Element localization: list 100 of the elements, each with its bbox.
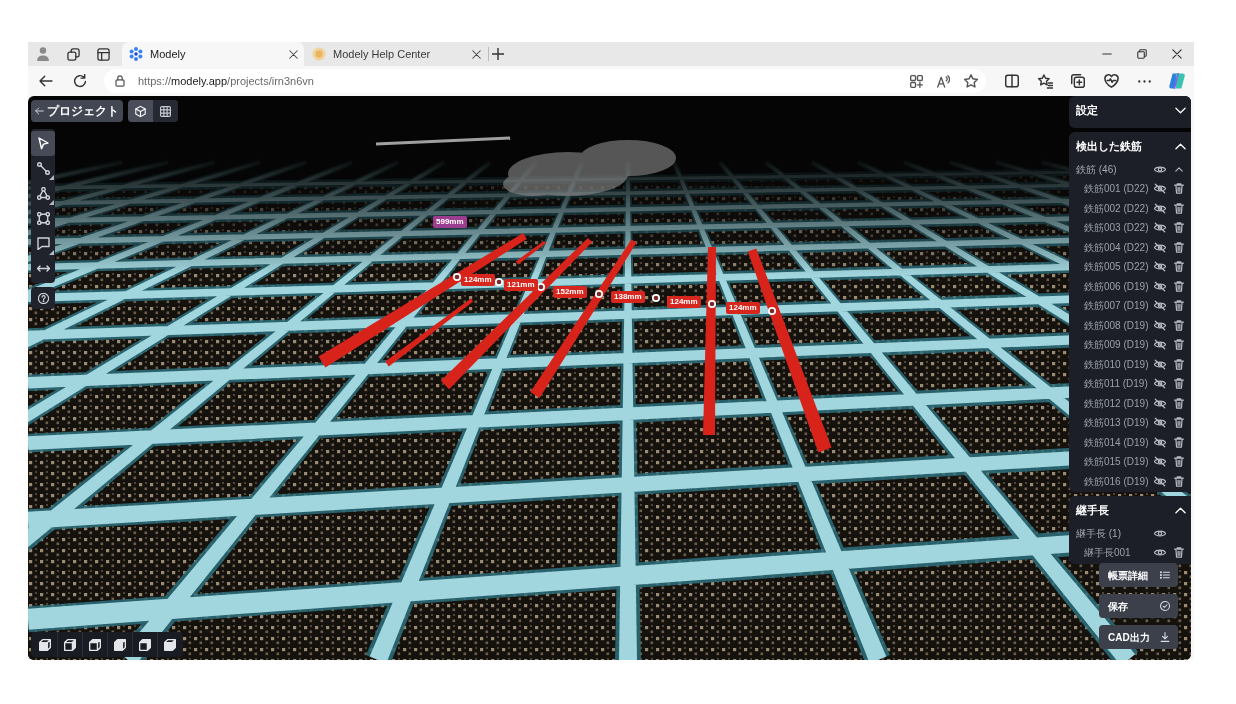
tree-group-label[interactable]: 鉄筋 (46) — [1076, 162, 1154, 177]
restore-icon[interactable] — [1136, 49, 1147, 59]
caret-up-icon[interactable] — [1175, 167, 1183, 172]
tree-item-label[interactable]: 鉄筋008 (D19) — [1084, 317, 1154, 333]
grid-plus-icon[interactable] — [910, 74, 923, 88]
more-icon[interactable] — [1137, 79, 1151, 83]
heart-pulse-icon[interactable] — [1103, 74, 1119, 88]
tree-item-label[interactable]: 鉄筋005 (D22) — [1084, 259, 1154, 275]
eye-slash-icon[interactable] — [1154, 339, 1166, 351]
back-arrow-icon[interactable] — [39, 74, 53, 88]
logo-icon[interactable] — [1169, 73, 1185, 89]
measure-point-icon[interactable] — [453, 273, 461, 281]
eye-slash-icon[interactable] — [1154, 456, 1166, 468]
trash-icon[interactable] — [1174, 417, 1184, 429]
star-list-icon[interactable] — [1037, 73, 1053, 89]
window-icon[interactable] — [96, 47, 110, 61]
trash-icon[interactable] — [1174, 280, 1184, 292]
trash-icon[interactable] — [1174, 475, 1184, 487]
trash-icon[interactable] — [1174, 202, 1184, 214]
trash-icon[interactable] — [1174, 358, 1184, 370]
measure-point-icon[interactable] — [595, 290, 603, 298]
cube-icon[interactable] — [164, 638, 176, 651]
tree-item-label[interactable]: 鉄筋002 (D22) — [1084, 200, 1154, 216]
save-button[interactable]: 保存 — [1099, 594, 1178, 618]
cube-icon[interactable] — [139, 638, 151, 651]
tree-item-label[interactable]: 鉄筋010 (D19) — [1084, 356, 1154, 372]
trash-icon[interactable] — [1174, 241, 1184, 253]
eye-slash-icon[interactable] — [1154, 241, 1166, 253]
eye-icon[interactable] — [1154, 548, 1166, 558]
report-details-button[interactable]: 帳票詳細 — [1099, 563, 1178, 587]
help-button[interactable] — [31, 287, 55, 309]
reload-icon[interactable] — [73, 74, 87, 88]
trash-icon[interactable] — [1174, 261, 1184, 273]
measure-point-icon[interactable] — [652, 294, 660, 302]
trash-icon[interactable] — [1174, 300, 1184, 312]
tree-item-label[interactable]: 鉄筋011 (D19) — [1084, 376, 1154, 392]
eye-slash-icon[interactable] — [1154, 378, 1166, 390]
square-plus-icon[interactable] — [1071, 74, 1085, 88]
trash-icon[interactable] — [1174, 397, 1184, 409]
stacked-squares-icon[interactable] — [66, 47, 80, 61]
trash-icon[interactable] — [1174, 183, 1184, 195]
split-square-icon[interactable] — [1005, 74, 1019, 88]
tree-item-label[interactable]: 鉄筋004 (D22) — [1084, 239, 1154, 255]
tree-item-label[interactable]: 鉄筋009 (D19) — [1084, 337, 1154, 353]
star-icon[interactable] — [964, 74, 978, 88]
trash-icon[interactable] — [1174, 456, 1184, 468]
close-icon[interactable] — [289, 49, 298, 59]
section-header[interactable]: 検出した鉄筋 — [1069, 132, 1191, 160]
eye-slash-icon[interactable] — [1154, 397, 1166, 409]
eye-icon[interactable] — [1154, 165, 1166, 174]
eye-slash-icon[interactable] — [1154, 202, 1166, 214]
trash-icon[interactable] — [1174, 339, 1184, 351]
eye-slash-icon[interactable] — [1154, 475, 1166, 487]
eye-slash-icon[interactable] — [1154, 358, 1166, 370]
tree-item-label[interactable]: 継手長001 — [1084, 545, 1154, 561]
eye-slash-icon[interactable] — [1154, 280, 1166, 292]
plus-icon[interactable] — [492, 48, 504, 60]
eye-icon[interactable] — [1154, 529, 1166, 538]
tree-item-label[interactable]: 鉄筋013 (D19) — [1084, 415, 1154, 431]
section-header[interactable]: 設定 — [1069, 96, 1191, 124]
tree-item-label[interactable]: 鉄筋016 (D19) — [1084, 473, 1154, 489]
view-mode-button[interactable] — [128, 100, 153, 122]
lock-icon[interactable] — [114, 75, 126, 87]
tree-item-label[interactable]: 鉄筋015 (D19) — [1084, 454, 1154, 470]
eye-slash-icon[interactable] — [1154, 222, 1166, 234]
trash-icon[interactable] — [1174, 319, 1184, 331]
export-button[interactable]: CAD出力 — [1099, 625, 1178, 649]
trash-icon[interactable] — [1174, 436, 1184, 448]
tree-item-label[interactable]: 鉄筋006 (D19) — [1084, 278, 1154, 294]
eye-slash-icon[interactable] — [1154, 261, 1166, 273]
measure-point-icon[interactable] — [495, 278, 503, 286]
eye-slash-icon[interactable] — [1154, 417, 1166, 429]
tree-item-label[interactable]: 鉄筋001 (D22) — [1084, 181, 1154, 197]
minimize-icon[interactable] — [1101, 53, 1112, 55]
trash-icon[interactable] — [1174, 222, 1184, 234]
eye-slash-icon[interactable] — [1154, 183, 1166, 195]
cube-icon[interactable] — [38, 638, 51, 651]
tree-item-label[interactable]: 鉄筋014 (D19) — [1084, 434, 1154, 450]
letter-sound-icon[interactable] — [937, 74, 950, 88]
measure-point-icon[interactable] — [708, 300, 716, 308]
measure-point-icon[interactable] — [768, 307, 776, 315]
trash-icon[interactable] — [1174, 378, 1184, 390]
tool-button[interactable] — [31, 131, 55, 156]
cube-icon[interactable] — [89, 638, 101, 651]
close-icon[interactable] — [1171, 49, 1182, 59]
tree-group-label[interactable]: 継手長 (1) — [1076, 526, 1154, 541]
person-icon[interactable] — [36, 47, 50, 61]
eye-slash-icon[interactable] — [1154, 319, 1166, 331]
tree-item-label[interactable]: 鉄筋007 (D19) — [1084, 298, 1154, 314]
eye-slash-icon[interactable] — [1154, 436, 1166, 448]
close-icon[interactable] — [472, 49, 481, 59]
cube-icon[interactable] — [114, 638, 126, 651]
trash-icon[interactable] — [1174, 547, 1184, 559]
browser-tab[interactable]: Modely — [122, 42, 304, 66]
address-bar[interactable]: https://modely.app/projects/irn3n6vn — [104, 69, 986, 93]
tree-item-label[interactable]: 鉄筋012 (D19) — [1084, 395, 1154, 411]
cube-icon[interactable] — [64, 638, 76, 651]
section-header[interactable]: 継手長 — [1069, 496, 1191, 524]
back-button[interactable]: プロジェクト — [31, 100, 123, 122]
tree-item-label[interactable]: 鉄筋003 (D22) — [1084, 220, 1154, 236]
